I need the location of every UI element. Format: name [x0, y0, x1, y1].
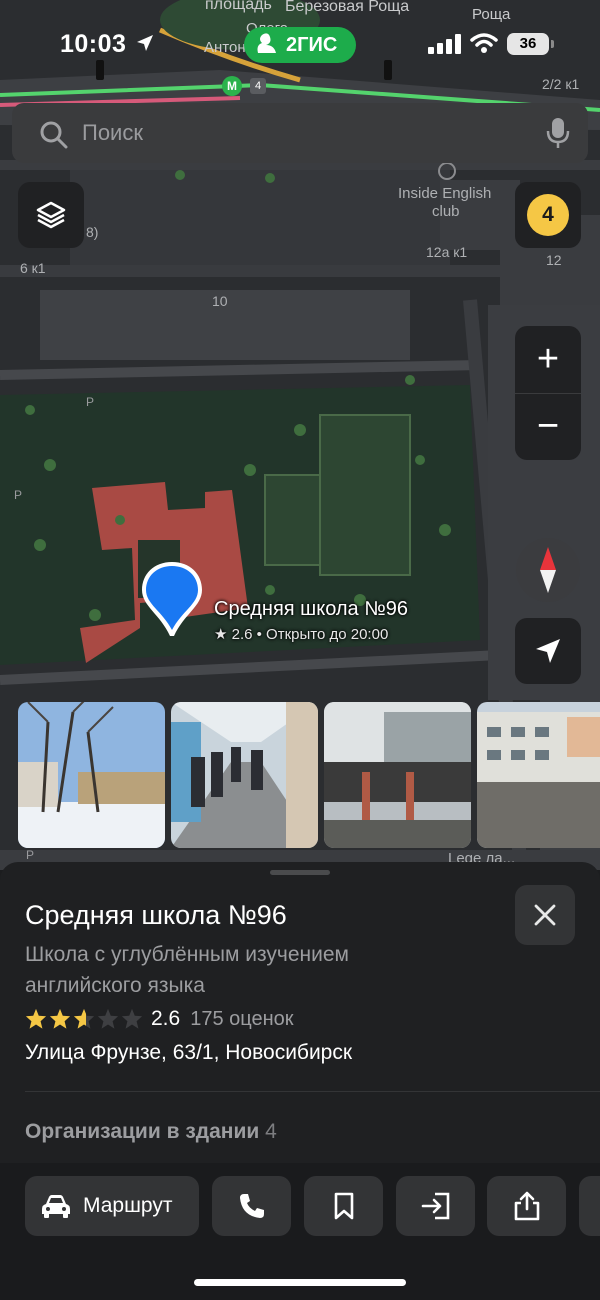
layers-button[interactable] [18, 182, 84, 248]
car-icon [42, 1195, 70, 1218]
close-button[interactable] [515, 885, 575, 945]
compass-icon [540, 547, 556, 593]
route-button[interactable]: Маршрут [25, 1176, 199, 1236]
search-input[interactable] [82, 115, 532, 151]
organizations-in-building[interactable]: Организации в здании 4 [25, 1120, 277, 1144]
navigation-arrow-icon [536, 639, 560, 663]
photo-thumbnail[interactable] [171, 702, 318, 848]
battery-indicator: 36 [507, 33, 549, 55]
photo-thumbnail[interactable] [324, 702, 471, 848]
entrance-button[interactable] [396, 1176, 475, 1236]
star-icon [97, 1008, 119, 1029]
zoom-out-button[interactable]: − [515, 394, 581, 461]
signal-icon [428, 34, 461, 54]
parking-label: P [86, 395, 95, 409]
poi-inside-english-icon[interactable] [438, 162, 456, 180]
microphone-icon[interactable] [546, 117, 570, 149]
place-category: Школа с углублённым изучением английског… [25, 943, 349, 997]
map-label-house-12: 12 [546, 252, 562, 268]
divider [25, 1091, 600, 1092]
battery-tip [551, 40, 554, 48]
map-label-house-8: 8) [86, 224, 99, 240]
share-icon [514, 1191, 539, 1221]
share-button[interactable] [487, 1176, 566, 1236]
app-name: 2ГИС [286, 33, 338, 56]
location-arrow-icon [137, 35, 153, 51]
star-icon [73, 1008, 95, 1029]
events-count: 4 [527, 194, 569, 236]
poi-subtitle: ★ 2.6 • Открыто до 20:00 [214, 626, 389, 643]
photo-winter-exterior [18, 702, 165, 848]
star-icon [25, 1008, 47, 1029]
star-icon [121, 1008, 143, 1029]
bookmark-button[interactable] [304, 1176, 383, 1236]
poi-title[interactable]: Средняя школа №96 [214, 598, 408, 621]
rating-row[interactable]: 2.6 175 оценок [25, 1005, 294, 1033]
status-bar: 10:03 2ГИС 36 [0, 0, 600, 90]
bookmark-icon [334, 1192, 353, 1220]
more-actions-button[interactable] [579, 1176, 600, 1236]
map-view[interactable]: площадь Березовая Роща Роща Олега Антон … [0, 0, 600, 870]
my-location-button[interactable] [515, 618, 581, 684]
orgs-count: 4 [265, 1120, 277, 1143]
rating-count[interactable]: 175 оценок [190, 1008, 293, 1031]
wifi-icon [470, 33, 498, 53]
place-title: Средняя школа №96 [25, 900, 287, 930]
app-pill[interactable]: 2ГИС [244, 27, 356, 63]
parking-label: P [14, 488, 23, 502]
phone-icon [239, 1194, 264, 1218]
home-indicator[interactable] [194, 1279, 406, 1286]
photo-courtyard [477, 702, 600, 848]
sheet-grabber[interactable] [270, 870, 330, 875]
call-button[interactable] [212, 1176, 291, 1236]
map-label-house-12a: 12а к1 [426, 244, 468, 260]
photo-corridor [171, 702, 318, 848]
place-address[interactable]: Улица Фрунзе, 63/1, Новосибирск [25, 1041, 352, 1065]
place-pin-icon[interactable] [138, 560, 206, 640]
status-time: 10:03 [60, 30, 127, 58]
orgs-label: Организации в здании [25, 1120, 260, 1143]
zoom-in-button[interactable]: + [515, 326, 581, 393]
search-bar[interactable] [12, 103, 588, 163]
photo-thumbnail[interactable] [477, 702, 600, 848]
star-icon [49, 1008, 71, 1029]
rating-value: 2.6 [151, 1007, 181, 1030]
action-bar: Маршрут [0, 1163, 600, 1300]
layers-icon [36, 201, 66, 229]
photo-strip[interactable] [18, 702, 600, 848]
events-badge-button[interactable]: 4 [515, 182, 581, 248]
rating-stars [25, 1008, 143, 1030]
photo-thumbnail[interactable] [18, 702, 165, 848]
search-icon [40, 121, 68, 149]
2gis-logo-icon [257, 33, 276, 53]
map-label-house-6: 6 к1 [20, 260, 46, 276]
parking-label: P [26, 848, 35, 862]
entrance-icon [421, 1192, 449, 1220]
photo-entrance [324, 702, 471, 848]
close-icon [534, 904, 556, 926]
map-label-club: club [432, 203, 460, 220]
route-label: Маршрут [83, 1194, 173, 1217]
compass-button[interactable] [516, 538, 580, 602]
map-label-inside-english: Inside English [398, 185, 492, 202]
zoom-control[interactable]: + − [515, 326, 581, 460]
map-label-house-10: 10 [212, 293, 228, 309]
